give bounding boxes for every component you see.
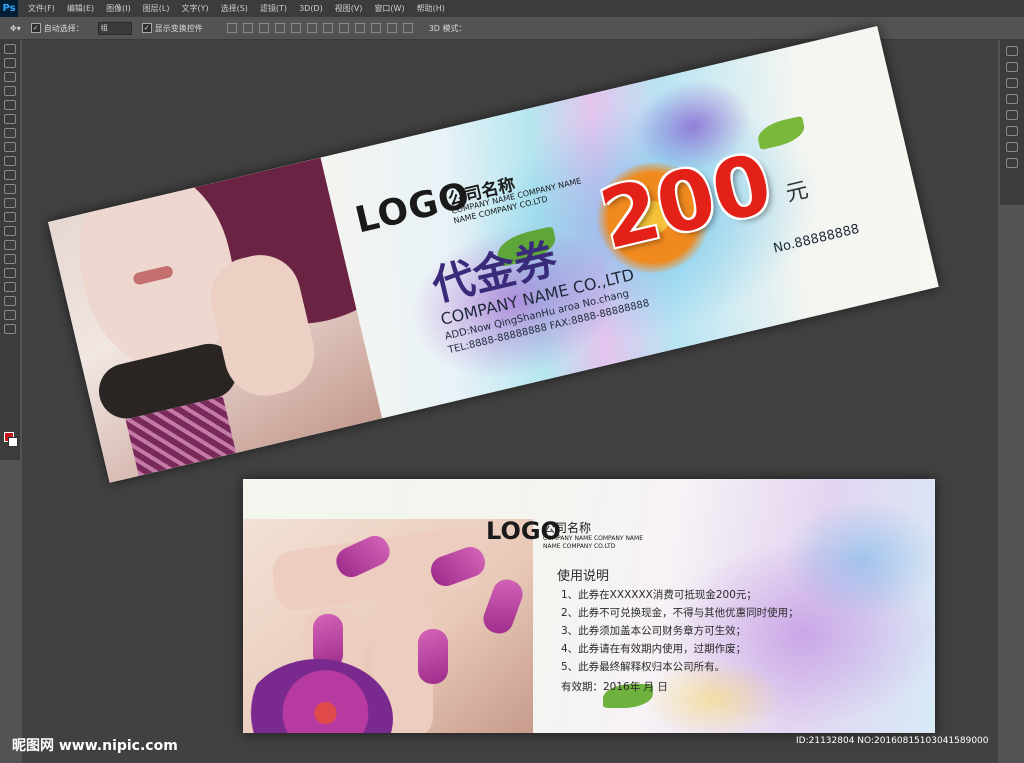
crop-tool-icon[interactable]: [4, 100, 16, 110]
align-bottom-icon[interactable]: [258, 23, 269, 33]
checkbox-check-icon: ✓: [141, 23, 152, 33]
distribute-left-icon[interactable]: [370, 23, 381, 33]
image-id-watermark: ID:21132804 NO:20160815103041589000: [796, 736, 989, 746]
rule-item: 1、此券在XXXXXX消费可抵现金200元；: [561, 589, 757, 601]
align-top-icon[interactable]: [226, 23, 237, 33]
menu-help[interactable]: 帮助(H): [417, 3, 445, 14]
move-icon: ✥▾: [10, 23, 21, 33]
align-center-icon[interactable]: [290, 23, 301, 33]
auto-select-checkbox[interactable]: ✓ 自动选择：: [30, 23, 84, 34]
instructions-heading: 使用说明: [557, 569, 610, 584]
eyedropper-tool-icon[interactable]: [4, 114, 16, 124]
dodge-tool-icon[interactable]: [4, 226, 16, 236]
menu-bar: Ps 文件(F) 编辑(E) 图像(I) 图层(L) 文字(Y) 选择(S) 滤…: [0, 0, 1024, 17]
align-left-icon[interactable]: [274, 23, 285, 33]
3d-panel-icon[interactable]: [1006, 158, 1018, 168]
menu-window[interactable]: 窗口(W): [374, 3, 404, 14]
paragraph-panel-icon[interactable]: [1006, 142, 1018, 152]
menu-select[interactable]: 选择(S): [221, 3, 248, 14]
hand-tool-icon[interactable]: [4, 296, 16, 306]
menu-edit[interactable]: 编辑(E): [67, 3, 94, 14]
company-name-en-line1: COMPANY NAME COMPANY NAME: [543, 535, 644, 542]
move-tool-icon[interactable]: [4, 44, 16, 54]
align-buttons: [226, 23, 413, 33]
rule-item: 5、此券最终解释权归本公司所有。: [561, 661, 726, 673]
auto-select-dropdown[interactable]: 组: [97, 21, 132, 35]
menu-3d[interactable]: 3D(D): [299, 4, 323, 13]
lasso-tool-icon[interactable]: [4, 72, 16, 82]
distribute-bottom-icon[interactable]: [354, 23, 365, 33]
site-watermark: 昵图网 www.nipic.com: [12, 738, 178, 754]
adjustments-panel-icon[interactable]: [1006, 78, 1018, 88]
quick-select-tool-icon[interactable]: [4, 86, 16, 96]
clone-stamp-tool-icon[interactable]: [4, 156, 16, 166]
rule-item: 2、此券不可兑换现金，不得与其他优惠同时使用；: [561, 607, 799, 619]
menu-view[interactable]: 视图(V): [335, 3, 363, 14]
paint-bucket-tool-icon[interactable]: [4, 198, 16, 208]
mode-3d-label: 3D 模式：: [428, 23, 467, 33]
menu-layer[interactable]: 图层(L): [143, 3, 170, 14]
move-tool-preset[interactable]: ✥▾: [10, 24, 21, 33]
validity-date: 有效期：2016年 月 日: [561, 681, 668, 693]
rule-item: 4、此券请在有效期内使用，过期作废；: [561, 643, 747, 655]
company-name-en-line2: NAME COMPANY CO.LTD: [543, 543, 616, 550]
tools-panel: [0, 40, 20, 460]
distribute-right-icon[interactable]: [402, 23, 413, 33]
marquee-tool-icon[interactable]: [4, 58, 16, 68]
menu-file[interactable]: 文件(F): [28, 3, 55, 14]
blue-splash: [783, 499, 935, 619]
company-name-cn: 公司名称: [543, 521, 592, 535]
nail-shape: [479, 575, 527, 638]
shape-tool-icon[interactable]: [4, 282, 16, 292]
character-panel-icon[interactable]: [1006, 126, 1018, 136]
show-transform-checkbox[interactable]: ✓ 显示变换控件: [141, 23, 203, 34]
orchid-flower: [243, 659, 393, 733]
background-color-swatch[interactable]: [8, 437, 18, 447]
type-tool-icon[interactable]: [4, 254, 16, 264]
healing-brush-tool-icon[interactable]: [4, 128, 16, 138]
panel-dock: [1000, 40, 1024, 205]
pen-tool-icon[interactable]: [4, 240, 16, 250]
blur-tool-icon[interactable]: [4, 212, 16, 222]
align-middle-icon[interactable]: [242, 23, 253, 33]
layers-panel-icon[interactable]: [1006, 62, 1018, 72]
zoom-tool-icon[interactable]: [4, 310, 16, 320]
menu-type[interactable]: 文字(Y): [181, 3, 208, 14]
distribute-center-icon[interactable]: [386, 23, 397, 33]
brush-tool-icon[interactable]: [4, 142, 16, 152]
align-right-icon[interactable]: [306, 23, 317, 33]
edit-toolbar-icon[interactable]: [4, 324, 16, 334]
rule-item: 3、此券须加盖本公司财务章方可生效；: [561, 625, 747, 637]
history-brush-tool-icon[interactable]: [4, 170, 16, 180]
panel-expand-icon[interactable]: [1006, 46, 1018, 56]
distribute-middle-icon[interactable]: [338, 23, 349, 33]
menu-filter[interactable]: 滤镜(T): [260, 3, 287, 14]
checkbox-check-icon: ✓: [30, 23, 41, 33]
voucher-back: LOGO 公司名称 COMPANY NAME COMPANY NAME NAME…: [243, 479, 935, 733]
path-select-tool-icon[interactable]: [4, 268, 16, 278]
eraser-tool-icon[interactable]: [4, 184, 16, 194]
nail-shape: [418, 629, 448, 684]
brush-panel-icon[interactable]: [1006, 110, 1018, 120]
distribute-top-icon[interactable]: [322, 23, 333, 33]
photoshop-logo: Ps: [0, 0, 18, 17]
manicure-photo: [243, 519, 533, 733]
menu-image[interactable]: 图像(I): [106, 3, 131, 14]
properties-panel-icon[interactable]: [1006, 94, 1018, 104]
